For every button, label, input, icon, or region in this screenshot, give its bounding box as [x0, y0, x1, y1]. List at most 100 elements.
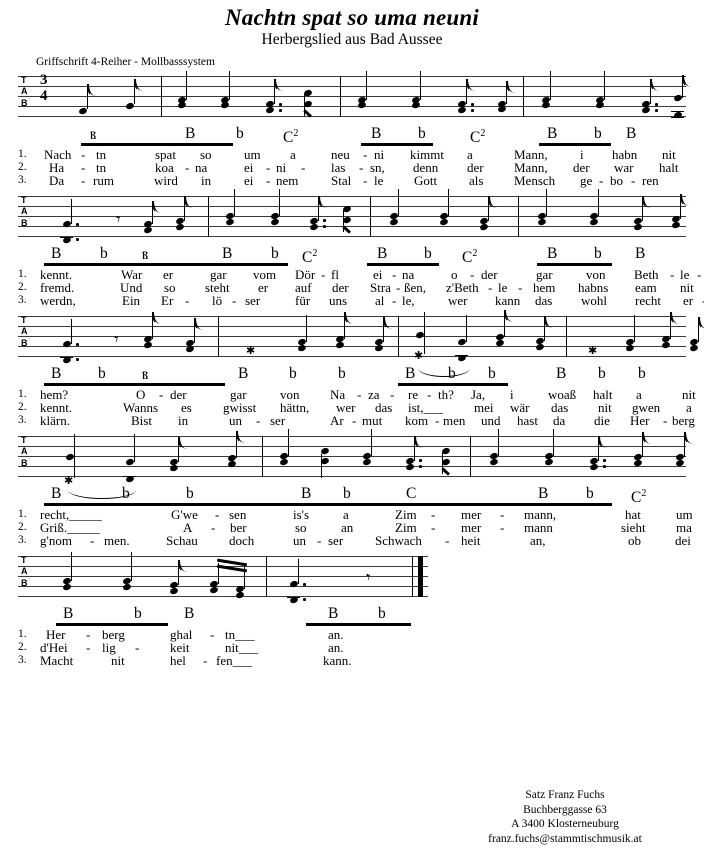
lyric-syllable: in	[201, 173, 212, 189]
lyric-syllable: wird	[154, 173, 178, 189]
lyrics-block-4: Bb b Bb C Bb C2 1. recht,_____ G'we - sen is's a Zim…	[18, 484, 693, 549]
lyric-syllable: Mensch	[514, 173, 556, 189]
tab-clef-icon-3: TAB	[21, 314, 28, 348]
verse-line-5-1: 1. Her - berg ghal - tn___ an.	[18, 628, 686, 641]
lyric-syllable: -	[266, 173, 271, 189]
lyric-syllable: ser	[245, 293, 261, 309]
lyric-syllable: -	[81, 173, 86, 189]
chord-symbol: b	[594, 124, 602, 142]
x-notehead-icon: ✱	[588, 343, 598, 357]
music-system-4: TAB ✱ B b b B b C B b C2 1. recht,_____ …	[0, 428, 704, 548]
eighth-rest-icon: 𝄾	[114, 329, 119, 350]
footer-credit: Satz Franz Fuchs Buchberggasse 63 A 3400 K…	[440, 788, 690, 846]
chord-symbol: B	[301, 484, 312, 502]
lyric-syllable: werdn,	[40, 293, 76, 309]
lyric-syllable: a	[290, 146, 296, 162]
lyric-syllable: un	[229, 413, 242, 429]
chord-symbol: B	[51, 484, 62, 502]
lyric-syllable: Ar	[330, 413, 344, 429]
tab-clef-icon-5: TAB	[21, 554, 28, 588]
chord-symbol: b	[100, 244, 108, 262]
chord-symbol: B	[51, 244, 62, 262]
lyric-syllable: -	[159, 386, 164, 402]
staff-2: TAB 𝄾	[18, 188, 686, 246]
chord-symbol: b	[236, 124, 244, 142]
time-signature-1: 3 4	[40, 71, 48, 104]
lyric-syllable: -	[488, 280, 493, 296]
footer-line: franz.fuchs@stammtischmusik.at	[488, 832, 642, 845]
chord-symbol: b	[488, 364, 496, 382]
lyric-syllable: halt	[659, 160, 679, 176]
lyric-syllable: hel	[170, 653, 186, 669]
lyric-syllable: Schau	[166, 533, 198, 549]
staff-1: TAB 3 4	[18, 68, 686, 126]
lyric-syllable: ser	[270, 413, 286, 429]
verse-number: 2.	[18, 281, 27, 294]
verse-number: 3.	[18, 654, 27, 667]
chord-symbol: C	[406, 484, 417, 502]
chord-symbol: B	[51, 364, 62, 382]
rest-symbol: ⲃ	[90, 123, 97, 143]
lyric-syllable: ei	[244, 173, 254, 189]
lyric-syllable: -	[185, 160, 190, 176]
lyric-syllable: ge	[580, 173, 593, 189]
lyric-syllable: -	[697, 266, 702, 282]
lyric-syllable: -	[599, 173, 604, 189]
chord-symbol: B	[185, 124, 196, 142]
chord-symbol: b	[338, 364, 346, 382]
lyric-syllable: das	[535, 293, 553, 309]
lyric-syllable: -	[445, 533, 450, 549]
chord-row-4: Bb b Bb C Bb C2	[18, 484, 686, 505]
page-subtitle: Herbergslied aus Bad Aussee	[261, 31, 443, 49]
lyric-syllable: -	[363, 173, 368, 189]
lyric-syllable: -	[396, 280, 401, 296]
lyric-syllable: -	[663, 413, 668, 429]
staff-5: TAB 𝄾	[18, 548, 428, 606]
chord-row-3: Bb ⲃ Bb b Bb b Bb b	[18, 364, 686, 383]
chord-underline	[81, 142, 233, 147]
lyric-syllable: al	[375, 293, 385, 309]
notation-instruction: Griffschrift 4-Reiher - Mollbasssystem	[36, 55, 215, 68]
verse-line-4-3: 3. g'nom - men. Schau doch un - ser Schwach - heit a…	[18, 533, 691, 549]
chord-symbol: b	[448, 364, 456, 382]
chord-symbol: B	[547, 244, 558, 262]
chord-underline	[539, 142, 611, 147]
chord-symbol: b	[594, 244, 602, 262]
lyrics-block-1: ⲃ Bb C2 Bb C2 Bb B 1. Nach - tn spat so um a neu - ni kim…	[18, 123, 686, 189]
lyric-syllable: -	[203, 653, 208, 669]
chord-symbol: B	[371, 124, 382, 142]
verse-number: 2.	[18, 401, 27, 414]
verse-number: 1.	[18, 147, 27, 160]
chord-underline	[56, 622, 168, 627]
chord-symbol: b	[418, 124, 426, 142]
lyric-syllable: men	[443, 413, 466, 429]
lyric-syllable: -	[317, 533, 322, 549]
music-system-2: TAB 𝄾 B b ⲃ B b C2 B b C2 B b B 1. kennt…	[0, 188, 704, 308]
verse-number: 2.	[18, 521, 27, 534]
lyric-syllable: recht	[635, 293, 661, 309]
lyric-syllable: lö	[212, 293, 223, 309]
lyric-syllable: wer	[448, 293, 468, 309]
lyric-syllable: rum	[93, 173, 114, 189]
chord-symbol: b	[638, 364, 646, 382]
chord-symbol: b	[122, 484, 130, 502]
eighth-rest-icon: 𝄾	[116, 209, 121, 230]
lyrics-block-5: BbBBb 1. Her - berg ghal - tn___ an. 2. d'Hei - li…	[18, 605, 686, 669]
page-title: Nachtn spat so uma neuni	[224, 5, 480, 30]
chord-symbol: b	[289, 364, 297, 382]
chord-underline	[398, 382, 508, 387]
chord-symbol: B	[222, 244, 233, 262]
tab-clef-icon-2: TAB	[21, 194, 28, 228]
lyric-syllable: -	[363, 146, 368, 162]
chord-symbol: b	[424, 244, 432, 262]
verse-line-3-3: 3. klärn. Bist in un - ser Ar - mut kom - men und hast…	[18, 413, 695, 429]
chord-symbol: B	[538, 484, 549, 502]
lyric-syllable: bo	[610, 173, 623, 189]
lyric-syllable: -	[185, 293, 190, 309]
verse-line-2-3: 3. werdn, Ein Er - lö - ser für uns al - le, wer kann d…	[18, 293, 704, 309]
lyric-syllable: -	[215, 506, 220, 522]
lyric-syllable: er	[683, 293, 694, 309]
rest-symbol: ⲃ	[142, 243, 149, 263]
lyric-syllable: -	[210, 626, 215, 642]
chord-underline	[306, 622, 411, 627]
